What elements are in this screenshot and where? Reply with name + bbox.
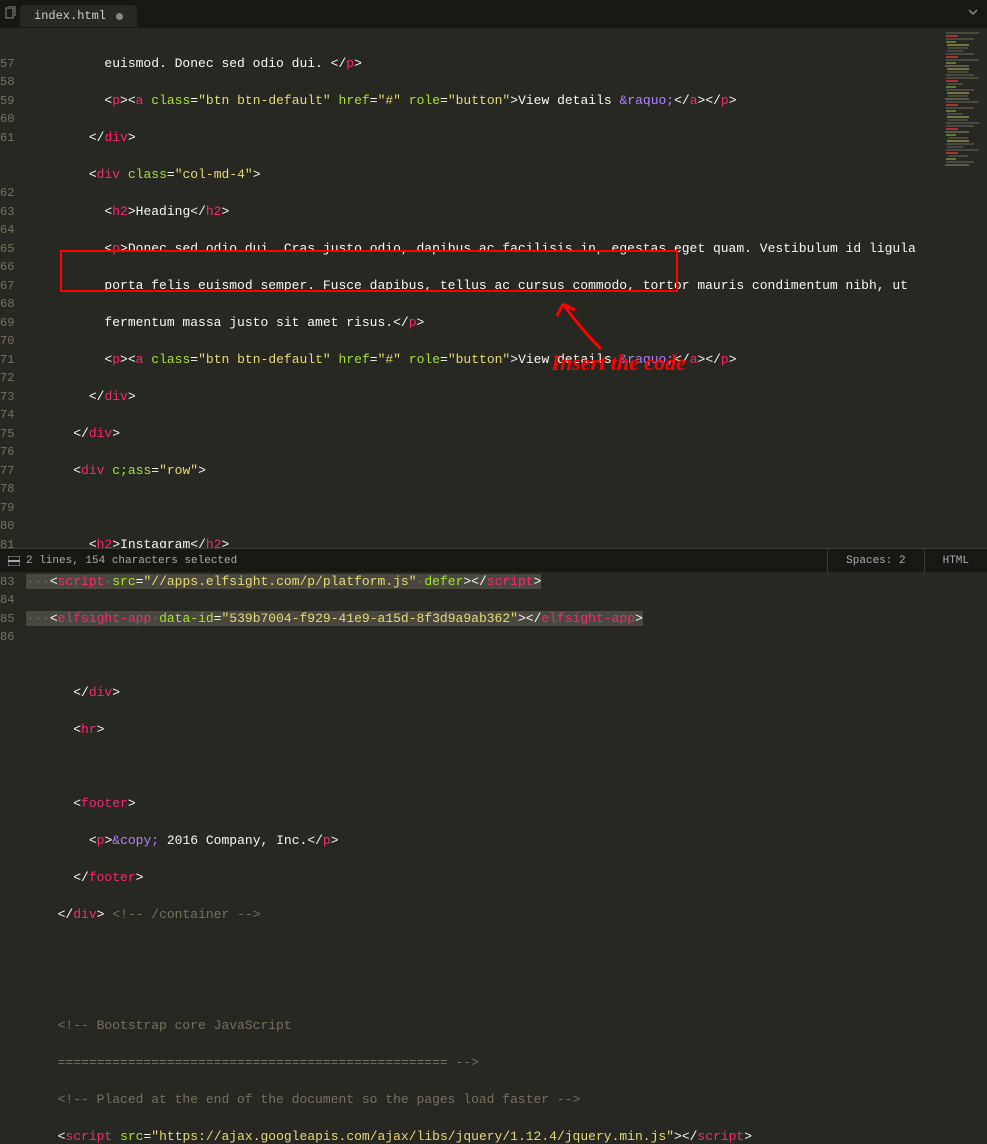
status-bar: 2 lines, 154 characters selected Spaces:… [0,548,987,572]
file-stack-icon[interactable] [4,6,18,27]
language-status[interactable]: HTML [924,549,987,573]
tab-dropdown-icon[interactable] [967,6,979,22]
code-area[interactable]: euismod. Donec sed odio dui. </p> <p><a … [26,28,939,548]
modified-dot-icon [116,13,123,20]
tab-filename: index.html [34,9,106,23]
tab-bar: index.html [0,0,987,28]
selection-icon [8,556,20,566]
line-gutter: 57 58 59 60 61 62 63 64 65 66 67 68 69 7… [0,28,26,548]
minimap[interactable] [939,28,987,548]
editor: 57 58 59 60 61 62 63 64 65 66 67 68 69 7… [0,28,987,548]
selection-status: 2 lines, 154 characters selected [26,555,237,567]
indent-status[interactable]: Spaces: 2 [827,549,923,573]
tab-index-html[interactable]: index.html [20,5,137,27]
